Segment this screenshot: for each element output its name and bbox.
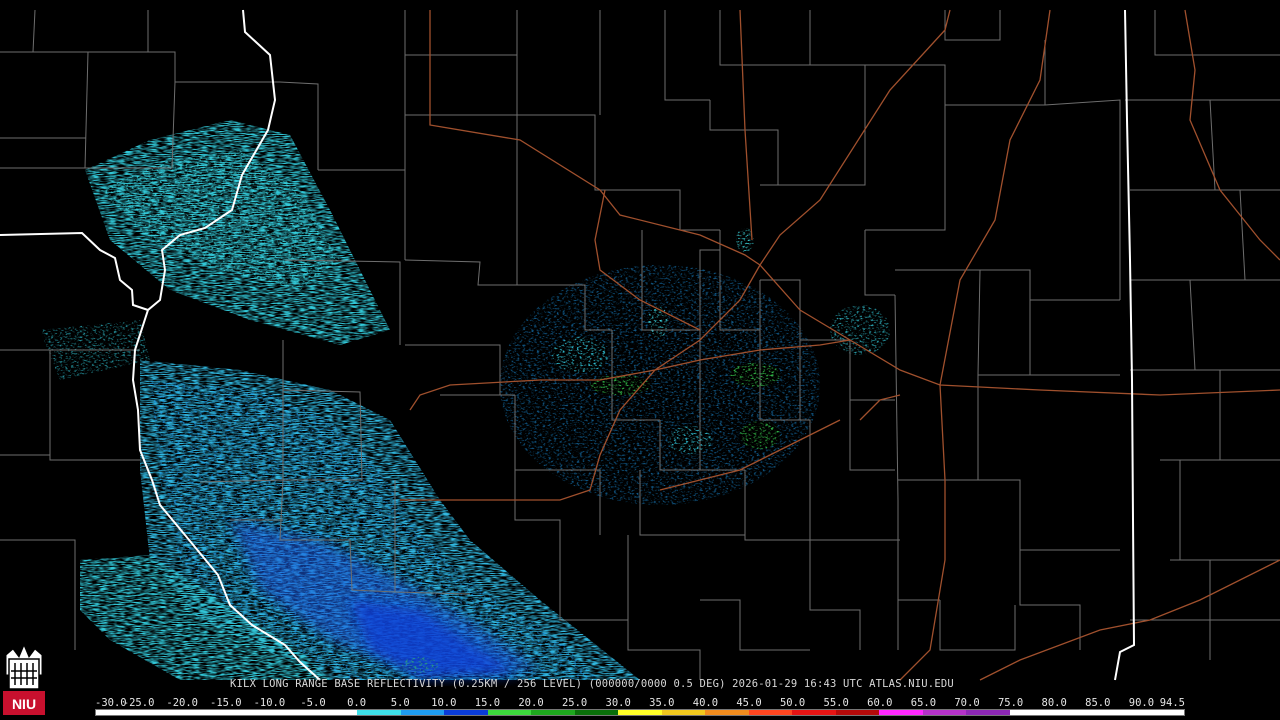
colorbar-segment — [922, 710, 967, 715]
colorbar-segment — [313, 710, 358, 715]
colorbar-tick-label: 0.0 — [347, 697, 367, 709]
colorbar-tick-label: 60.0 — [867, 697, 893, 709]
colorbar-segment — [139, 710, 184, 715]
colorbar-segment — [1009, 710, 1054, 715]
colorbar-segment — [966, 710, 1010, 715]
niu-logo: NIU — [3, 645, 45, 715]
colorbar-tick-label: -5.0 — [300, 697, 326, 709]
logo-text: NIU — [12, 696, 36, 712]
colorbar-segment — [1140, 710, 1184, 715]
reflectivity-colorbar — [95, 709, 1185, 716]
colorbar-segment — [226, 710, 271, 715]
colorbar-segment — [879, 710, 923, 715]
colorbar-tick-label: 70.0 — [954, 697, 980, 709]
colorbar-tick-label: 25.0 — [561, 697, 588, 709]
colorbar-segment — [574, 710, 619, 715]
colorbar-labels: -30.0 -25.0 -20.0 -15.0 -10.0 -5.0 0.0 5.0 10.0 1… — [95, 697, 1195, 709]
colorbar-segment — [183, 710, 227, 715]
colorbar-segment — [531, 710, 575, 715]
colorbar-segment — [444, 710, 488, 715]
colorbar-segment — [835, 710, 880, 715]
colorbar-tick-label: -20.0 — [166, 697, 198, 709]
colorbar-tick-label: 5.0 — [390, 697, 410, 709]
colorbar-tick-label: 35.0 — [649, 697, 675, 709]
colorbar-tick-label: -25.0 — [122, 697, 155, 709]
colorbar-tick-label: -10.0 — [253, 697, 286, 709]
colorbar-tick-label: 45.0 — [736, 697, 762, 709]
colorbar-segment — [487, 710, 532, 715]
colorbar-tick-label: 65.0 — [910, 697, 937, 709]
colorbar-tick-label: 94.5 — [1159, 697, 1185, 709]
colorbar-segment — [270, 710, 314, 715]
colorbar-tick-label: 80.0 — [1041, 697, 1067, 709]
colorbar-segment — [705, 710, 749, 715]
colorbar-tick-label: 15.0 — [474, 697, 501, 709]
product-caption: KILX LONG RANGE BASE REFLECTIVITY (0.25K… — [230, 678, 954, 690]
colorbar-tick-label: 90.0 — [1128, 697, 1155, 709]
colorbar-tick-label: -15.0 — [209, 697, 242, 709]
colorbar-tick-label: 40.0 — [692, 697, 719, 709]
colorbar-segment — [96, 710, 140, 715]
colorbar-segment — [400, 710, 445, 715]
colorbar-segment — [1096, 710, 1141, 715]
colorbar-segment — [661, 710, 706, 715]
clutter-echoes — [500, 228, 890, 505]
colorbar-segment — [357, 710, 401, 715]
colorbar-tick-label: 30.0 — [605, 697, 631, 709]
colorbar-segment — [748, 710, 793, 715]
colorbar-tick-label: 55.0 — [823, 697, 849, 709]
colorbar-tick-label: 75.0 — [997, 697, 1024, 709]
colorbar-segment — [792, 710, 836, 715]
colorbar-tick-label: 20.0 — [518, 697, 544, 709]
colorbar-tick-label: 50.0 — [779, 697, 806, 709]
colorbar-tick-label: 85.0 — [1085, 697, 1111, 709]
colorbar-tick-label: 10.0 — [431, 697, 457, 709]
colorbar-segment — [618, 710, 662, 715]
colorbar-segment — [1053, 710, 1097, 715]
radar-map — [0, 9, 1280, 681]
